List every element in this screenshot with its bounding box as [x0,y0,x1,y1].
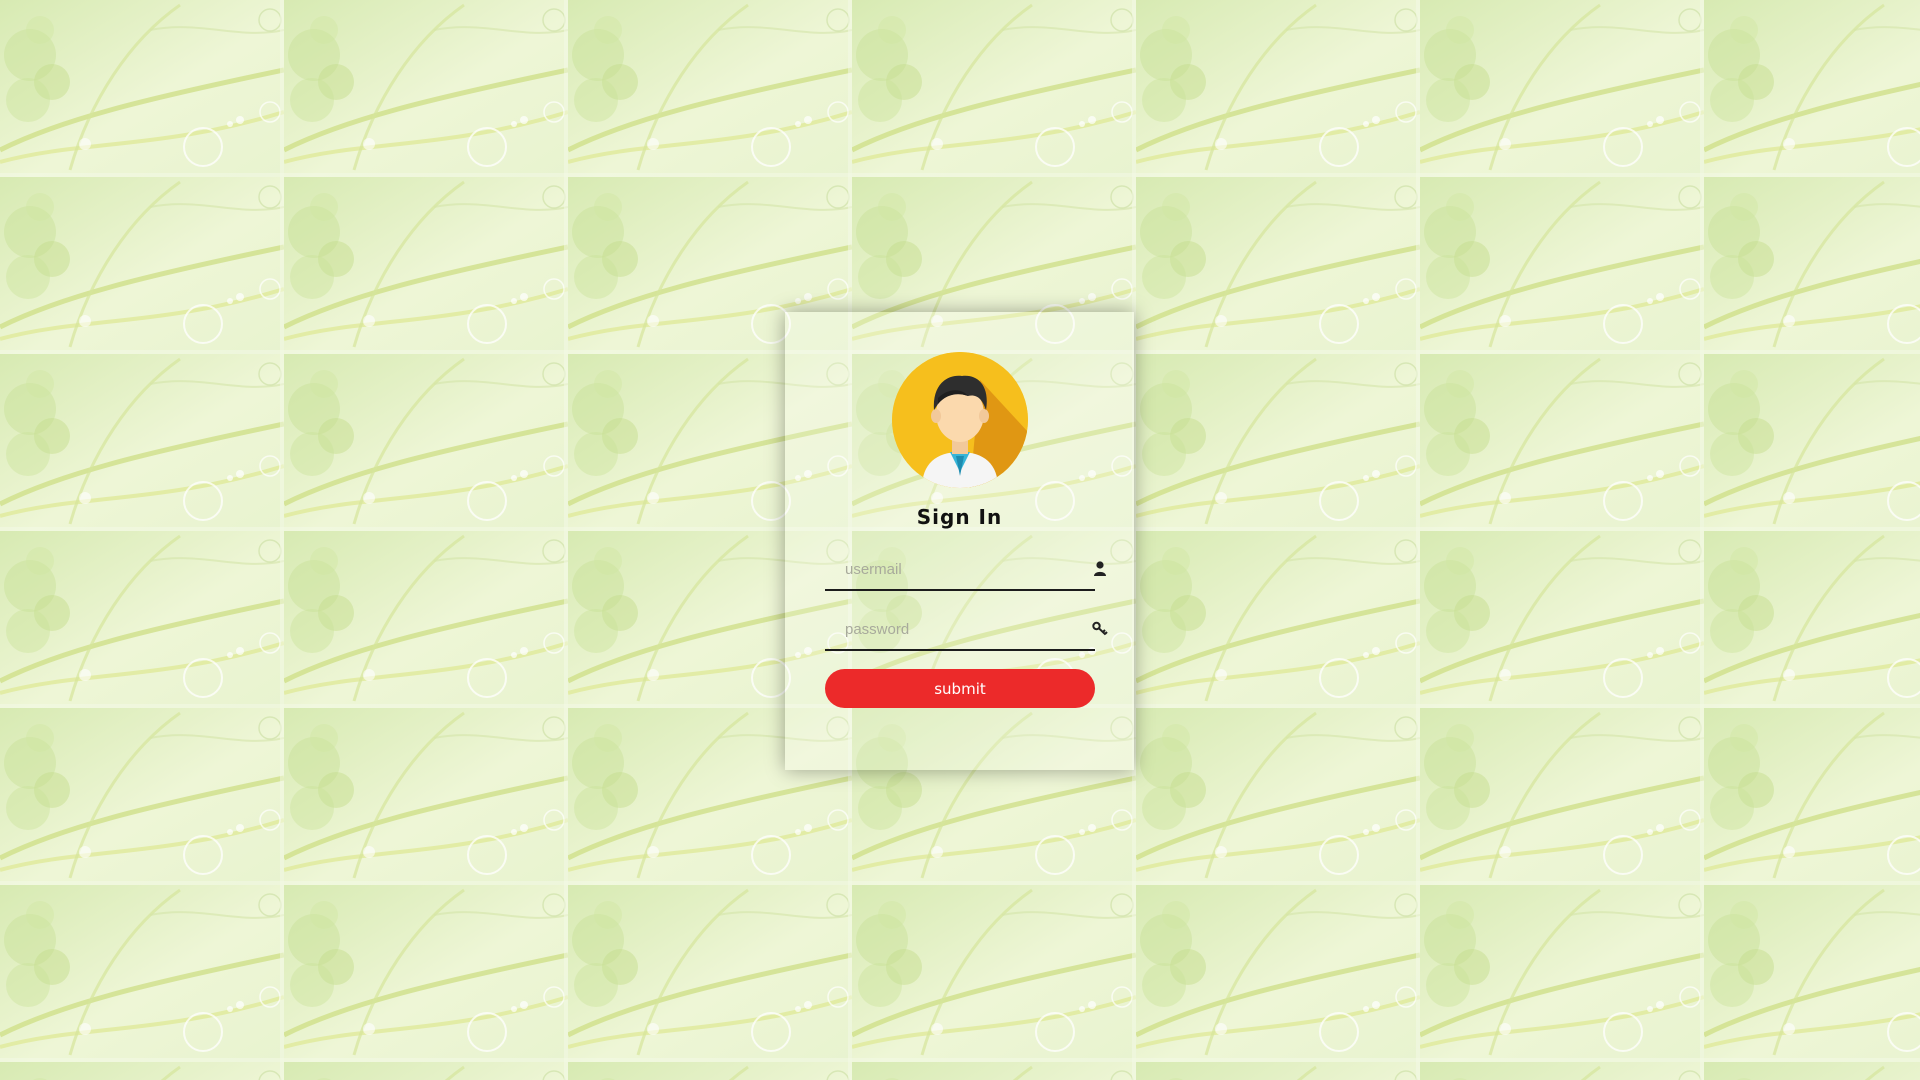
username-input[interactable] [845,557,1065,581]
username-field [825,551,1106,591]
sign-in-title: Sign In [916,505,1003,529]
password-input[interactable] [845,617,1065,641]
key-icon [1091,619,1109,639]
user-icon [1091,559,1109,579]
password-field [825,611,1108,651]
doctor-avatar-icon [892,352,1028,488]
login-card: Sign In submit [785,312,1134,770]
submit-button[interactable]: submit [825,669,1095,708]
